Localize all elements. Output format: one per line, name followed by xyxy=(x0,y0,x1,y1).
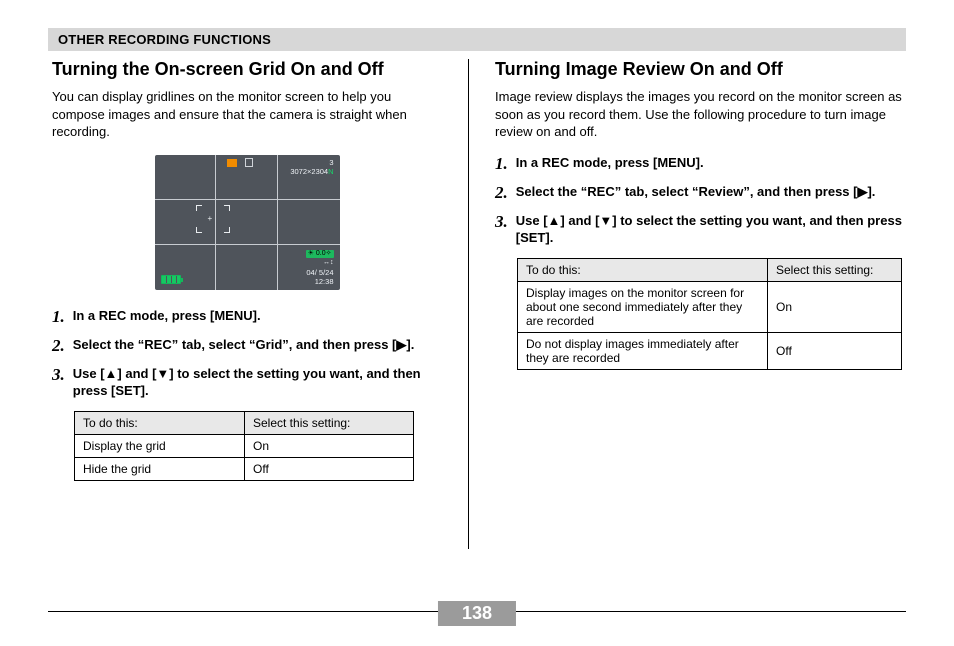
table-header-row: To do this: Select this setting: xyxy=(518,259,902,282)
ev-indicator: ☀ 0.0✧ xyxy=(306,250,334,258)
table-cell: Display the grid xyxy=(75,435,245,458)
step-3: 3. Use [▲] and [▼] to select the setting… xyxy=(52,366,442,400)
battery-icon xyxy=(161,275,181,284)
grid-horizontal-line xyxy=(155,244,340,245)
section-header: OTHER RECORDING FUNCTIONS xyxy=(48,28,906,51)
step-1: 1. In a REC mode, press [MENU]. xyxy=(495,155,902,172)
screen-info-bottom: ☀ 0.0✧ ↔↕ 04/ 5/24 12:38 xyxy=(306,248,334,286)
shots-remaining: 3 xyxy=(290,158,333,167)
grid-horizontal-line xyxy=(155,199,340,200)
left-heading: Turning the On-screen Grid On and Off xyxy=(52,59,442,80)
manual-page: OTHER RECORDING FUNCTIONS Turning the On… xyxy=(0,0,954,646)
left-column: Turning the On-screen Grid On and Off Yo… xyxy=(48,59,446,549)
step-text: Use [▲] and [▼] to select the setting yo… xyxy=(516,213,902,247)
table-cell: Off xyxy=(768,333,902,370)
step-text: Select the “REC” tab, select “Review”, a… xyxy=(516,184,876,201)
step-text: In a REC mode, press [MENU]. xyxy=(73,308,261,325)
table-row: Hide the grid Off xyxy=(75,458,414,481)
screen-info-top: 3 3072×2304N xyxy=(290,158,333,176)
arrow-icon: ↔↕ xyxy=(306,259,334,267)
table-cell: On xyxy=(245,435,414,458)
right-intro: Image review displays the images you rec… xyxy=(495,88,902,141)
time-label: 12:38 xyxy=(306,277,334,286)
resolution: 3072×2304N xyxy=(290,167,333,176)
table-header-row: To do this: Select this setting: xyxy=(75,412,414,435)
right-heading: Turning Image Review On and Off xyxy=(495,59,902,80)
step-number: 2. xyxy=(52,337,65,354)
left-intro: You can display gridlines on the monitor… xyxy=(52,88,442,141)
two-column-layout: Turning the On-screen Grid On and Off Yo… xyxy=(48,59,906,549)
date-label: 04/ 5/24 xyxy=(306,268,334,277)
step-number: 3. xyxy=(52,366,65,383)
page-number: 138 xyxy=(438,601,516,626)
table-cell: Do not display images immediately after … xyxy=(518,333,768,370)
step-number: 1. xyxy=(52,308,65,325)
table-cell: On xyxy=(768,282,902,333)
table-header: Select this setting: xyxy=(245,412,414,435)
step-2: 2. Select the “REC” tab, select “Review”… xyxy=(495,184,902,201)
right-column: Turning Image Review On and Off Image re… xyxy=(491,59,906,549)
table-row: Display images on the monitor screen for… xyxy=(518,282,902,333)
table-header: To do this: xyxy=(518,259,768,282)
step-text: Use [▲] and [▼] to select the setting yo… xyxy=(73,366,442,400)
sd-card-icon xyxy=(227,159,237,167)
table-header: To do this: xyxy=(75,412,245,435)
step-number: 1. xyxy=(495,155,508,172)
table-cell: Display images on the monitor screen for… xyxy=(518,282,768,333)
camera-mode-icon xyxy=(245,158,253,167)
step-number: 3. xyxy=(495,213,508,230)
table-row: Do not display images immediately after … xyxy=(518,333,902,370)
table-cell: Hide the grid xyxy=(75,458,245,481)
step-number: 2. xyxy=(495,184,508,201)
right-settings-table: To do this: Select this setting: Display… xyxy=(517,258,902,370)
table-row: Display the grid On xyxy=(75,435,414,458)
step-2: 2. Select the “REC” tab, select “Grid”, … xyxy=(52,337,442,354)
step-text: In a REC mode, press [MENU]. xyxy=(516,155,704,172)
table-header: Select this setting: xyxy=(768,259,902,282)
left-settings-table: To do this: Select this setting: Display… xyxy=(74,411,414,481)
step-3: 3. Use [▲] and [▼] to select the setting… xyxy=(495,213,902,247)
focus-frame: + xyxy=(196,205,230,233)
grid-vertical-line xyxy=(277,155,278,290)
camera-screen-illustration: 3 3072×2304N + ☀ 0.0✧ ↔↕ 04/ 5/24 12:38 xyxy=(155,155,340,290)
column-divider xyxy=(468,59,469,549)
step-text: Select the “REC” tab, select “Grid”, and… xyxy=(73,337,415,354)
table-cell: Off xyxy=(245,458,414,481)
step-1: 1. In a REC mode, press [MENU]. xyxy=(52,308,442,325)
